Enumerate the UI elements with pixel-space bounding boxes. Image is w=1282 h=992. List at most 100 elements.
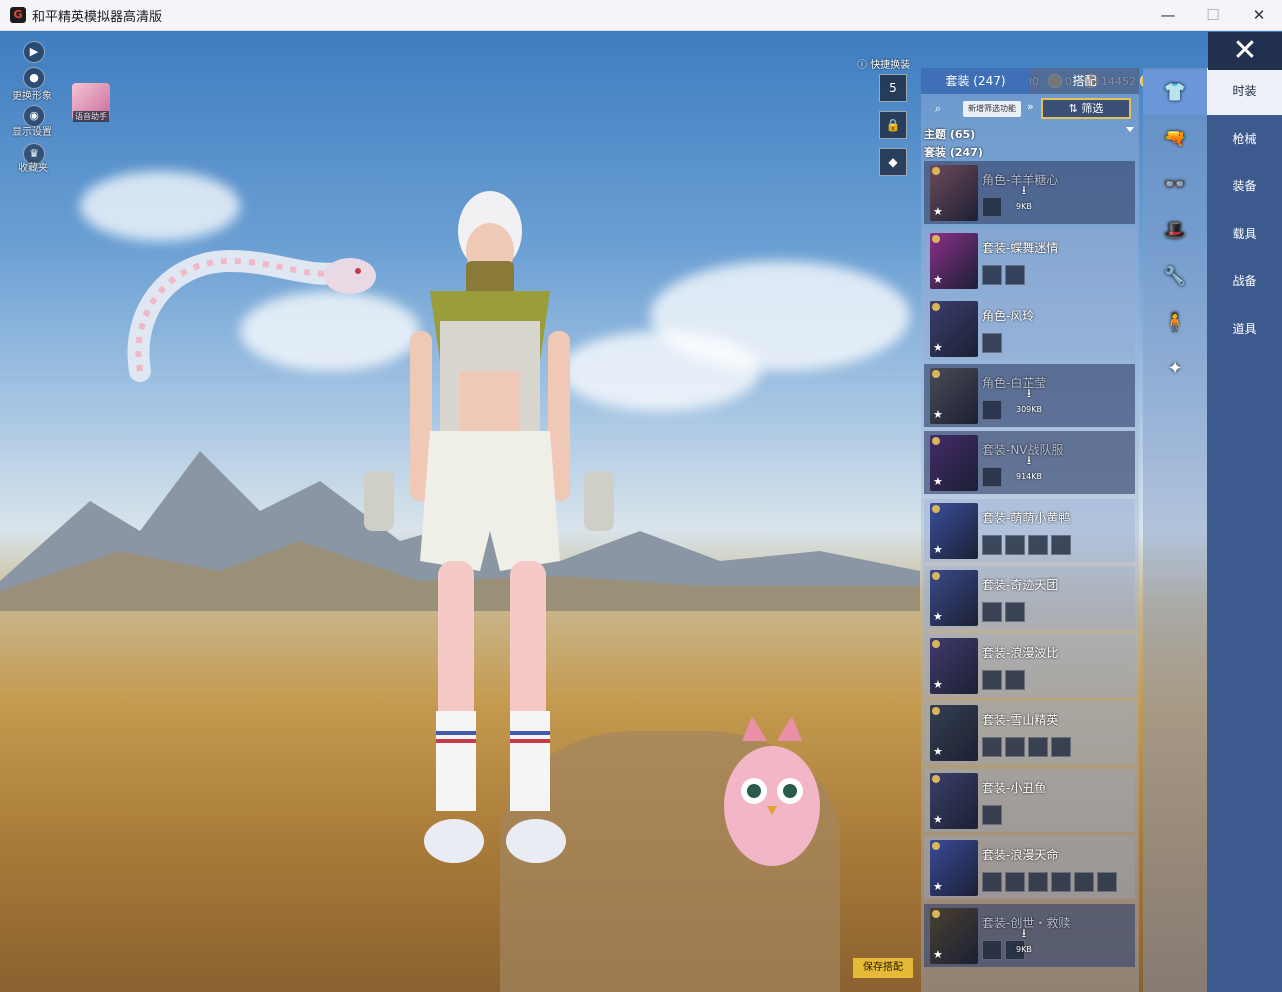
download-indicator[interactable]: ⭳ 9KB: [1016, 181, 1032, 211]
theme-section-label[interactable]: 主题 (65): [924, 126, 975, 142]
rarity-badge-icon: [932, 775, 940, 783]
search-icon[interactable]: ⌕: [930, 101, 946, 117]
maximize-button[interactable]: ☐: [1190, 0, 1236, 30]
avatar-icon[interactable]: ●: [23, 67, 45, 89]
rarity-badge-icon: [932, 910, 940, 918]
menu-item[interactable]: 战备: [1207, 258, 1282, 305]
outfit-part-thumbnail[interactable]: [982, 400, 1002, 420]
outfit-part-thumbnail[interactable]: [1051, 872, 1071, 892]
star-icon[interactable]: ★: [933, 408, 943, 421]
filter-button[interactable]: ⇅ 筛选: [1041, 98, 1131, 119]
outfit-item[interactable]: ★ 套装-奇迹天团: [924, 566, 1135, 629]
close-icon[interactable]: ✕: [1208, 32, 1282, 70]
outfit-part-thumbnail[interactable]: [1051, 535, 1071, 555]
star-icon[interactable]: ★: [933, 205, 943, 218]
star-icon[interactable]: ★: [933, 543, 943, 556]
hat-icon[interactable]: 🎩: [1143, 208, 1207, 253]
outfit-part-thumbnail[interactable]: [1005, 602, 1025, 622]
filter-label: 筛选: [1081, 102, 1104, 115]
star-icon[interactable]: ★: [933, 475, 943, 488]
outfit-part-thumbnail[interactable]: [982, 872, 1002, 892]
outfit-part-thumbnail[interactable]: [982, 467, 1002, 487]
quick-change-button[interactable]: ⓘ 快捷换装: [857, 56, 910, 71]
outfit-part-thumbnail[interactable]: [1005, 265, 1025, 285]
outfit-item[interactable]: ★ 套装-蝶舞迷情: [924, 229, 1135, 292]
outfit-part-thumbnail[interactable]: [982, 197, 1002, 217]
outfit-part-thumbnail[interactable]: [1028, 872, 1048, 892]
outfit-parts: [982, 400, 1002, 420]
outfit-item[interactable]: ★ 套装-雪山精英: [924, 701, 1135, 764]
lock-icon[interactable]: 🔒: [879, 111, 907, 139]
download-indicator[interactable]: ⭳ 9KB: [1016, 924, 1032, 954]
rarity-badge-icon: [932, 167, 940, 175]
gem-icon[interactable]: ◆: [879, 148, 907, 176]
wardrobe-icon[interactable]: 5: [879, 74, 907, 102]
download-indicator[interactable]: ⭳ 914KB: [1016, 451, 1042, 481]
pistol-icon[interactable]: ✦: [1143, 346, 1207, 391]
outfit-part-thumbnail[interactable]: [982, 265, 1002, 285]
outfit-item[interactable]: ★ 角色-白芷莹 ⭳ 309KB: [924, 364, 1135, 427]
assistant-label: 语音助手: [73, 111, 109, 122]
outfit-part-thumbnail[interactable]: [982, 602, 1002, 622]
outfit-part-thumbnail[interactable]: [1028, 737, 1048, 757]
quick-change-label: 快捷换装: [870, 60, 911, 71]
outfit-part-thumbnail[interactable]: [1051, 737, 1071, 757]
outfit-part-thumbnail[interactable]: [982, 670, 1002, 690]
minimize-button[interactable]: —: [1145, 0, 1191, 30]
outfit-item[interactable]: ★ 角色-羊羊糖心 ⭳ 9KB: [924, 161, 1135, 224]
star-icon[interactable]: ★: [933, 341, 943, 354]
play-icon[interactable]: ▶: [23, 41, 45, 63]
outfit-part-thumbnail[interactable]: [1097, 872, 1117, 892]
menu-item[interactable]: 道具: [1207, 306, 1282, 353]
outfit-part-thumbnail[interactable]: [982, 535, 1002, 555]
outfit-part-thumbnail[interactable]: [1074, 872, 1094, 892]
outfit-item[interactable]: ★ 套装-NV战队服 ⭳ 914KB: [924, 431, 1135, 494]
outfit-part-thumbnail[interactable]: [1028, 535, 1048, 555]
outfit-part-thumbnail[interactable]: [982, 805, 1002, 825]
menu-item[interactable]: 装备: [1207, 163, 1282, 210]
outfit-part-thumbnail[interactable]: [1005, 535, 1025, 555]
outfit-name: 套装-浪漫波比: [982, 646, 1059, 660]
menu-item[interactable]: 时装: [1207, 68, 1282, 115]
outfit-parts: [982, 535, 1071, 555]
outfit-part-thumbnail[interactable]: [982, 737, 1002, 757]
gun-icon[interactable]: 🔫: [1143, 116, 1207, 161]
close-window-button[interactable]: ✕: [1236, 0, 1282, 30]
outfit-item[interactable]: ★ 套装-萌萌小黄鸭: [924, 499, 1135, 562]
shirt-icon[interactable]: 👕: [1143, 70, 1207, 115]
window-title: 和平精英模拟器高清版: [32, 10, 163, 25]
outfit-item[interactable]: ★ 角色-风玲: [924, 297, 1135, 360]
download-indicator[interactable]: ⭳ 309KB: [1016, 384, 1042, 414]
rifle-icon[interactable]: 🔧: [1143, 254, 1207, 299]
star-icon[interactable]: ★: [933, 813, 943, 826]
caret-down-icon[interactable]: [1126, 127, 1134, 132]
outfit-part-thumbnail[interactable]: [982, 333, 1002, 353]
download-icon: ⭳: [1021, 926, 1027, 940]
goggles-icon[interactable]: 👓: [1143, 162, 1207, 207]
outfit-part-thumbnail[interactable]: [1005, 737, 1025, 757]
rarity-badge-icon: [932, 707, 940, 715]
outfit-part-thumbnail[interactable]: [1005, 872, 1025, 892]
outfit-part-thumbnail[interactable]: [982, 940, 1002, 960]
outfit-name: 套装-浪漫天命: [982, 848, 1059, 862]
menu-item[interactable]: 枪械: [1207, 116, 1282, 163]
star-icon[interactable]: ★: [933, 610, 943, 623]
window-titlebar: G 和平精英模拟器高清版 — ☐ ✕: [0, 0, 1282, 31]
star-icon[interactable]: ★: [933, 678, 943, 691]
star-icon[interactable]: ★: [933, 745, 943, 758]
outfit-name: 角色-风玲: [982, 309, 1035, 323]
star-icon[interactable]: ★: [933, 880, 943, 893]
outfit-item[interactable]: ★ 套装-浪漫天命: [924, 836, 1135, 899]
rarity-badge-icon: [932, 505, 940, 513]
tab-sets[interactable]: 套装 (247): [921, 68, 1030, 94]
outfit-item[interactable]: ★ 套装-创世・救赎 ⭳ 9KB: [924, 904, 1135, 967]
star-icon[interactable]: ★: [933, 948, 943, 961]
tab-combos[interactable]: 搭配: [1030, 68, 1139, 94]
outfit-part-thumbnail[interactable]: [1005, 670, 1025, 690]
outfit-item[interactable]: ★ 套装-浪漫波比: [924, 634, 1135, 697]
outfit-item[interactable]: ★ 套装-小丑鱼: [924, 769, 1135, 832]
figure-icon[interactable]: 🧍: [1143, 300, 1207, 345]
star-icon[interactable]: ★: [933, 273, 943, 286]
save-combo-button[interactable]: 保存搭配: [853, 958, 913, 978]
menu-item[interactable]: 载具: [1207, 211, 1282, 258]
